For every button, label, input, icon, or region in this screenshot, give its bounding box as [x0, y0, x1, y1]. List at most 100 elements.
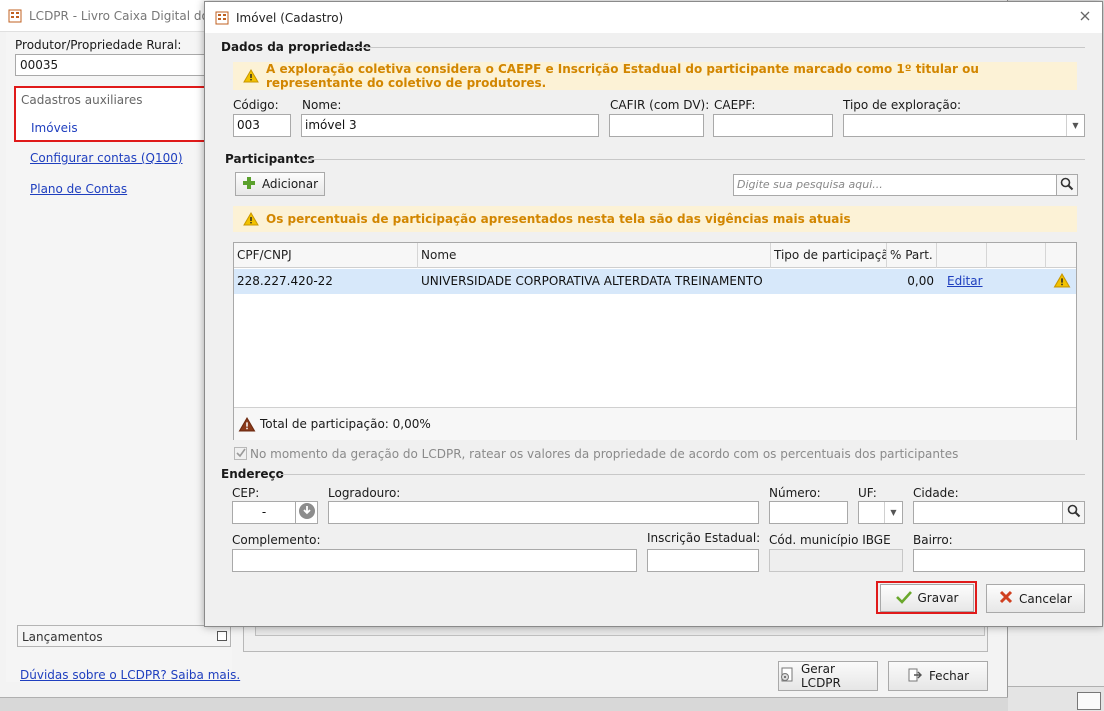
plus-icon	[242, 176, 256, 193]
logradouro-label: Logradouro:	[328, 486, 401, 500]
ratear-checkbox[interactable]	[234, 447, 247, 460]
numero-field[interactable]	[769, 501, 848, 524]
complemento-label: Complemento:	[232, 533, 321, 547]
nome-field[interactable]: imóvel 3	[301, 114, 599, 137]
column-header-cpf[interactable]: CPF/CNPJ	[234, 243, 418, 268]
ibge-label: Cód. município IBGE	[769, 533, 891, 547]
grid-header: CPF/CNPJ Nome Tipo de participação % Par…	[234, 243, 1076, 268]
inscricao-label: Inscrição Estadual:	[647, 531, 761, 545]
chevron-down-icon[interactable]: ▼	[1066, 115, 1084, 136]
content-panel-inner	[255, 626, 985, 636]
section-endereco-title: Endereço	[221, 467, 284, 481]
uf-select[interactable]: ▼	[858, 501, 903, 524]
warning-percentuais-text: Os percentuais de participação apresenta…	[266, 212, 851, 226]
row-tipo	[771, 269, 777, 294]
taskbar-strip	[0, 697, 1104, 711]
cidade-search-button[interactable]	[1062, 501, 1085, 524]
cidade-label: Cidade:	[913, 486, 959, 500]
dialog-app-icon	[215, 11, 229, 25]
codigo-field[interactable]: 003	[233, 114, 291, 137]
sidebar-item-imoveis[interactable]: Imóveis	[31, 121, 78, 135]
complemento-field[interactable]	[232, 549, 637, 572]
chevron-down-icon[interactable]: ▼	[884, 502, 902, 523]
column-header-tipo[interactable]: Tipo de participação	[771, 243, 887, 268]
aux-cadastros-panel: Cadastros auxiliares Imóveis	[14, 86, 206, 142]
search-icon	[1060, 177, 1074, 194]
column-header-perc[interactable]: % Part.	[887, 243, 937, 268]
cancelar-label: Cancelar	[1019, 591, 1072, 606]
app-logo-icon	[8, 9, 22, 23]
cep-lookup-button[interactable]	[295, 501, 318, 524]
fechar-button[interactable]: Fechar	[888, 661, 988, 691]
gerar-lcdpr-button[interactable]: Gerar LCDPR	[778, 661, 878, 691]
caepf-field[interactable]	[713, 114, 833, 137]
maximize-icon[interactable]	[217, 631, 227, 641]
warning-coletiva: A exploração coletiva considera o CAEPF …	[233, 62, 1077, 90]
bairro-field[interactable]	[913, 549, 1085, 572]
cafir-field[interactable]	[609, 114, 704, 137]
nome-label: Nome:	[302, 98, 342, 112]
cidade-field[interactable]	[913, 501, 1063, 524]
checkmark-icon	[235, 447, 246, 461]
row-cpf: 228.227.420-22	[237, 274, 333, 288]
ratear-label: No momento da geração do LCDPR, ratear o…	[250, 447, 959, 461]
dialog-title: Imóvel (Cadastro)	[236, 10, 344, 25]
participantes-grid: CPF/CNPJ Nome Tipo de participação % Par…	[233, 242, 1077, 440]
producer-label: Produtor/Propriedade Rural:	[15, 38, 182, 52]
cep-field[interactable]: -	[232, 501, 296, 524]
column-header-nome[interactable]: Nome	[418, 243, 771, 268]
search-input[interactable]: Digite sua pesquisa aqui...	[733, 174, 1057, 196]
warning-icon	[243, 69, 259, 83]
cep-label: CEP:	[232, 486, 260, 500]
logradouro-field[interactable]	[328, 501, 759, 524]
close-icon[interactable]	[1078, 10, 1092, 24]
close-icon	[999, 590, 1013, 607]
warning-percentuais: Os percentuais de participação apresenta…	[233, 206, 1077, 232]
adicionar-label: Adicionar	[261, 177, 319, 191]
fechar-label: Fechar	[928, 669, 970, 683]
warning-icon	[1050, 269, 1074, 294]
exit-icon	[907, 667, 923, 686]
codigo-label: Código:	[233, 98, 279, 112]
link-configurar-contas[interactable]: Configurar contas (Q100)	[30, 151, 183, 165]
section-divider	[279, 474, 1085, 475]
section-divider	[349, 47, 1085, 48]
cancelar-button[interactable]: Cancelar	[986, 584, 1085, 613]
tipo-exploracao-select[interactable]: ▼	[843, 114, 1085, 137]
cafir-label: CAFIR (com DV):	[610, 98, 710, 112]
alert-icon	[238, 416, 256, 432]
inscricao-field[interactable]	[647, 549, 759, 572]
table-row[interactable]: 228.227.420-22 UNIVERSIDADE CORPORATIVA …	[234, 269, 1076, 294]
column-header-extra	[987, 243, 1046, 268]
generate-icon	[779, 667, 795, 686]
link-plano-de-contas[interactable]: Plano de Contas	[30, 182, 127, 196]
lancamentos-label: Lançamentos	[22, 630, 103, 644]
main-window-title: LCDPR - Livro Caixa Digital do Pr	[29, 8, 225, 23]
warning-icon	[243, 212, 259, 226]
download-circle-icon	[298, 502, 316, 523]
dialog-titlebar: Imóvel (Cadastro)	[205, 2, 1102, 33]
row-nome: UNIVERSIDADE CORPORATIVA ALTERDATA TREIN…	[421, 274, 763, 288]
close-icon[interactable]	[1077, 692, 1101, 710]
column-header-editar	[937, 243, 987, 268]
uf-label: UF:	[858, 486, 877, 500]
warning-coletiva-text: A exploração coletiva considera o CAEPF …	[266, 62, 979, 90]
grid-footer: Total de participação: 0,00%	[234, 407, 1076, 440]
gerar-lcdpr-label: Gerar LCDPR	[801, 662, 841, 690]
ibge-field	[769, 549, 903, 572]
tipo-exploracao-label: Tipo de exploração:	[843, 98, 962, 112]
row-perc: 0,00	[907, 274, 934, 288]
total-participacao: Total de participação: 0,00%	[260, 417, 431, 431]
numero-label: Número:	[769, 486, 821, 500]
editar-link[interactable]: Editar	[944, 269, 986, 294]
search-button[interactable]	[1056, 174, 1078, 196]
aux-cadastros-title: Cadastros auxiliares	[21, 93, 143, 107]
lancamentos-bar[interactable]: Lançamentos	[17, 625, 231, 647]
section-divider	[302, 159, 1085, 160]
search-icon	[1067, 504, 1081, 521]
producer-input[interactable]: 00035	[15, 54, 215, 76]
bairro-label: Bairro:	[913, 533, 953, 547]
gravar-highlight	[876, 581, 977, 614]
adicionar-button[interactable]: Adicionar	[235, 172, 325, 196]
help-link[interactable]: Dúvidas sobre o LCDPR? Saiba mais.	[20, 668, 240, 682]
